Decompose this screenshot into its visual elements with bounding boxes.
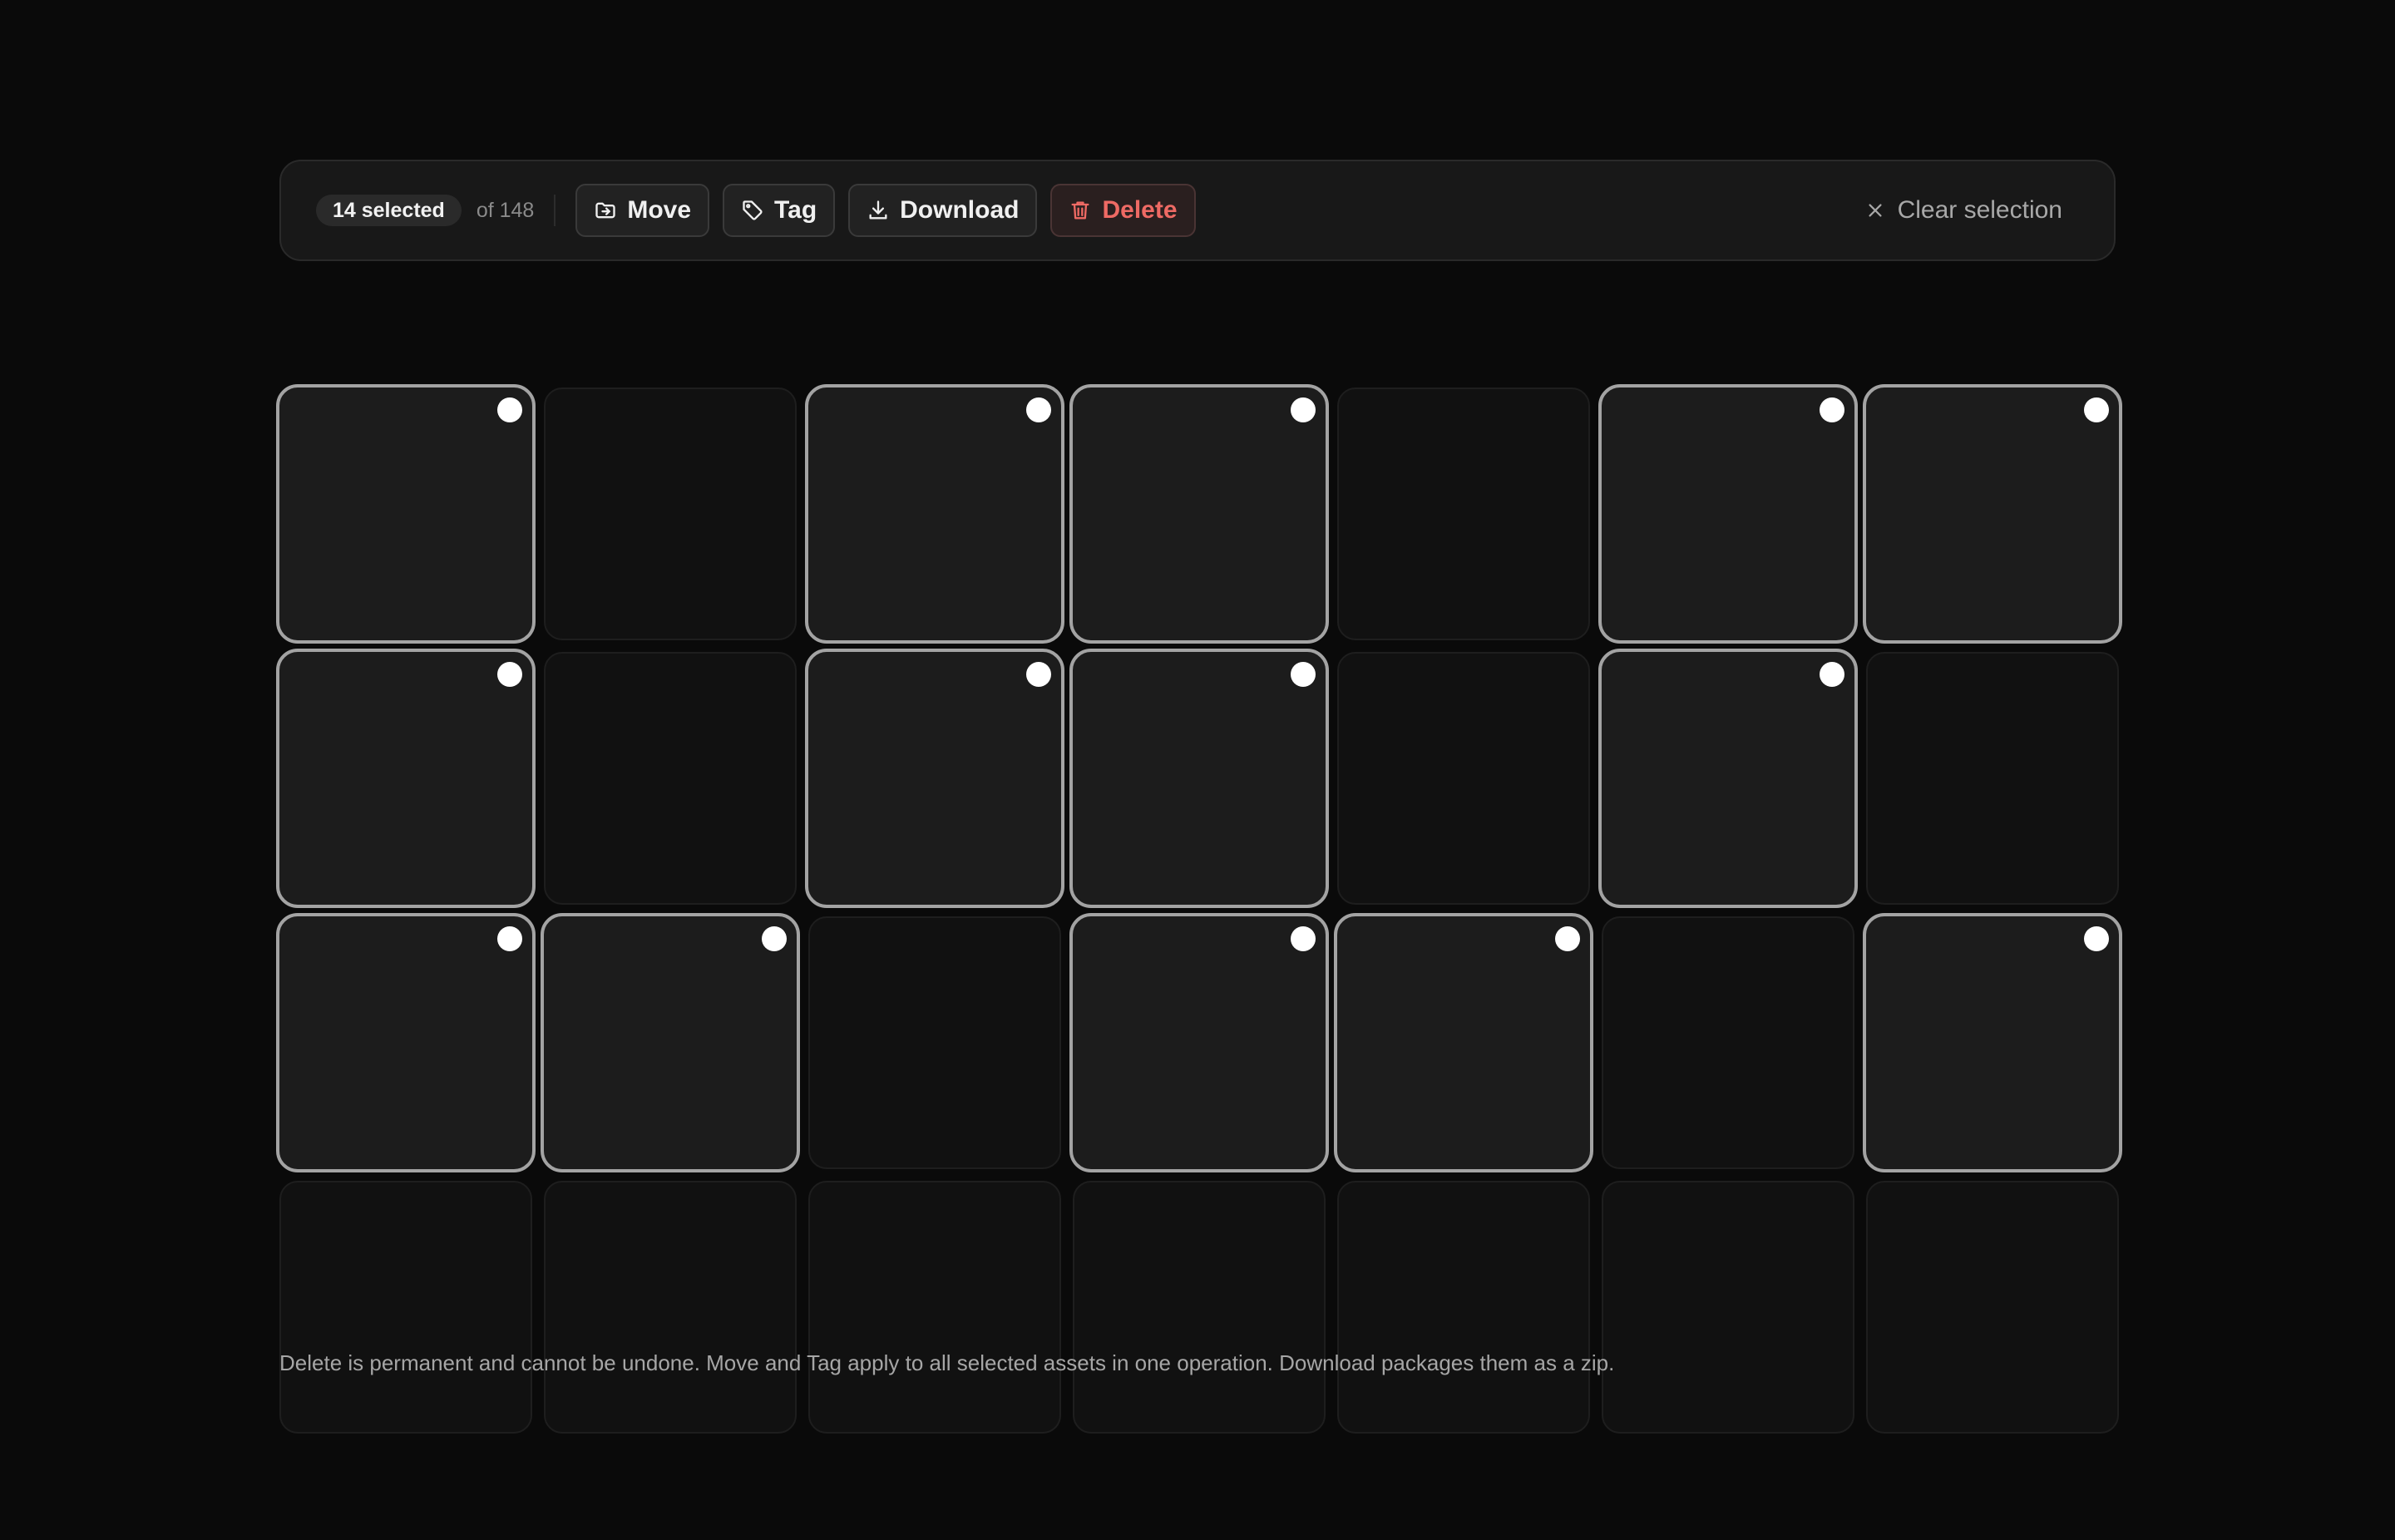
tag-icon (741, 199, 764, 222)
asset-tile[interactable] (808, 1181, 1061, 1434)
asset-tile[interactable] (1598, 384, 1858, 644)
download-icon (867, 199, 890, 222)
move-button[interactable]: Move (575, 184, 710, 237)
asset-tile[interactable] (276, 913, 536, 1172)
asset-tile[interactable] (1863, 913, 2122, 1172)
bulk-selection-view: 14 selected of 148 Move Tag Download Del… (276, 160, 2122, 1435)
move-button-label: Move (627, 196, 692, 224)
selected-check-indicator[interactable] (1820, 397, 1844, 422)
trash-icon (1069, 199, 1092, 222)
asset-tile[interactable] (1334, 913, 1593, 1172)
asset-tile[interactable] (1069, 649, 1329, 908)
selected-check-indicator[interactable] (1291, 397, 1316, 422)
close-icon (1866, 201, 1884, 220)
asset-tile[interactable] (276, 384, 536, 644)
asset-tile[interactable] (544, 652, 797, 905)
asset-tile[interactable] (1602, 1181, 1854, 1434)
selected-check-indicator[interactable] (1291, 926, 1316, 951)
asset-tile[interactable] (1866, 1181, 2119, 1434)
asset-tile[interactable] (805, 384, 1064, 644)
asset-tile[interactable] (544, 1181, 797, 1434)
download-button[interactable]: Download (848, 184, 1038, 237)
asset-tile[interactable] (276, 649, 536, 908)
selected-check-indicator[interactable] (2084, 926, 2109, 951)
download-button-label: Download (900, 196, 1020, 224)
asset-tile[interactable] (1337, 1181, 1590, 1434)
asset-tile[interactable] (1069, 384, 1329, 644)
clear-selection-button[interactable]: Clear selection (1866, 196, 2062, 225)
asset-tile[interactable] (1069, 913, 1329, 1172)
asset-tile[interactable] (808, 916, 1061, 1169)
selected-check-indicator[interactable] (762, 926, 787, 951)
asset-tile[interactable] (805, 649, 1064, 908)
asset-tile[interactable] (1337, 652, 1590, 905)
delete-button[interactable]: Delete (1050, 184, 1196, 237)
asset-tile[interactable] (544, 387, 797, 640)
tag-button[interactable]: Tag (723, 184, 836, 237)
asset-tile[interactable] (1863, 384, 2122, 644)
selected-check-indicator[interactable] (2084, 397, 2109, 422)
selected-check-indicator[interactable] (1820, 662, 1844, 687)
tag-button-label: Tag (774, 196, 817, 224)
selected-check-indicator[interactable] (1291, 662, 1316, 687)
asset-tile[interactable] (1073, 1181, 1326, 1434)
asset-tile[interactable] (1866, 652, 2119, 905)
clear-selection-label: Clear selection (1897, 196, 2062, 224)
total-count: of 148 (476, 198, 535, 222)
asset-tile[interactable] (279, 1181, 532, 1434)
selected-check-indicator[interactable] (1555, 926, 1580, 951)
selected-check-indicator[interactable] (497, 926, 522, 951)
asset-tile[interactable] (1337, 387, 1590, 640)
asset-tile[interactable] (1602, 916, 1854, 1169)
toolbar-divider (554, 195, 556, 226)
selected-check-indicator[interactable] (1026, 662, 1051, 687)
selected-count-badge: 14 selected (316, 195, 462, 226)
asset-grid (276, 384, 2122, 1435)
folder-move-icon (594, 199, 617, 222)
delete-button-label: Delete (1102, 196, 1178, 224)
bulk-action-toolbar: 14 selected of 148 Move Tag Download Del… (279, 160, 2116, 261)
asset-tile[interactable] (1598, 649, 1858, 908)
selected-check-indicator[interactable] (1026, 397, 1051, 422)
selected-check-indicator[interactable] (497, 397, 522, 422)
selected-check-indicator[interactable] (497, 662, 522, 687)
help-note: Delete is permanent and cannot be undone… (279, 1350, 1615, 1375)
asset-tile[interactable] (541, 913, 800, 1172)
